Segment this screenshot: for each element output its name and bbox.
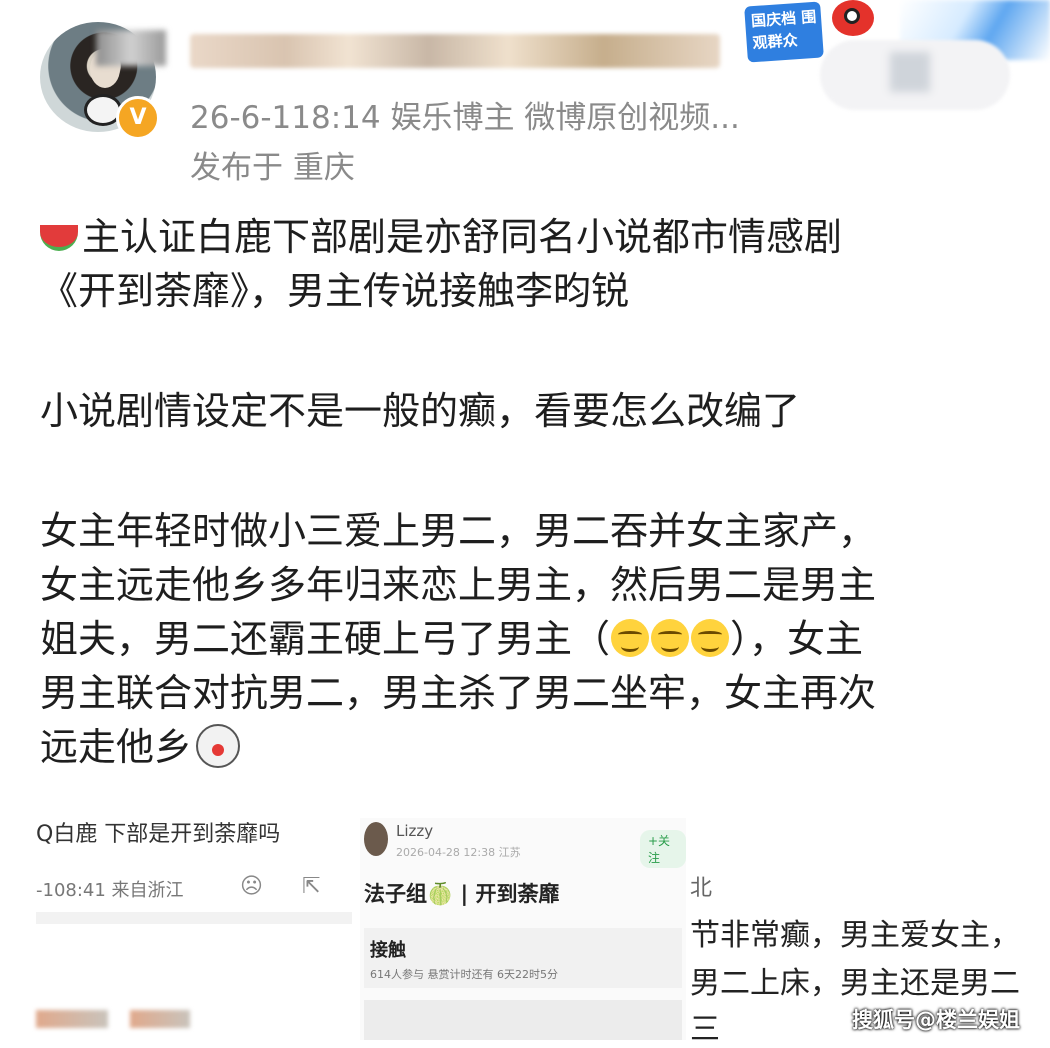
- weibo-mascot-icon: [832, 0, 874, 36]
- post-line: 女主远走他乡多年归来恋上男主，然后男二是男主: [40, 563, 877, 607]
- post-time: 2026-04-28 12:38 江苏: [396, 846, 521, 859]
- post-line: ），女主: [730, 617, 864, 661]
- embedded-screenshot-question: Q白鹿 下部是开到荼靡吗 -108:41 来自浙江 ☹ ⇱: [0, 800, 360, 1040]
- text-fragment: 三: [690, 1012, 720, 1047]
- smirk-emoji-icon: [691, 618, 730, 657]
- blurred-content: [130, 1010, 190, 1028]
- smirk-emoji-icon: [611, 618, 650, 657]
- text-fragment: 北: [690, 876, 713, 901]
- follow-button[interactable]: +关注: [640, 830, 686, 868]
- embedded-screenshot-post: Lizzy 2026-04-28 12:38 江苏 +关注 法子组🍈 | 开到荼…: [360, 818, 686, 1040]
- blurred-username[interactable]: [190, 34, 720, 68]
- divider: [36, 912, 352, 924]
- topic-card[interactable]: 接触 614人参与 悬赏计时还有 6天22时5分: [364, 928, 682, 988]
- topic-title: 法子组🍈 | 开到荼靡: [364, 882, 560, 906]
- question-text: Q白鹿 下部是开到荼靡吗: [36, 822, 281, 847]
- post-location: 发布于 重庆: [190, 150, 355, 186]
- sticker-label: 国庆档 围观群众: [744, 1, 824, 63]
- watermelon-emoji-icon: [40, 224, 78, 251]
- verified-badge-icon: V: [116, 96, 160, 140]
- post-paragraph-2: 小说剧情设定不是一般的癫，看要怎么改编了: [40, 384, 1030, 438]
- post-line: 姐夫，男二还霸王硬上弓了男主（: [40, 617, 611, 661]
- content-block: [364, 1000, 682, 1040]
- post-line: 《开到荼靡》，男主传说接触李昀锐: [40, 269, 630, 313]
- post-line: 小说剧情设定不是一般的癫，看要怎么改编了: [40, 389, 801, 433]
- emoji-react-icon[interactable]: ☹: [240, 874, 263, 899]
- post-meta: 26-6-118:14 娱乐博主 微博原创视频...: [190, 100, 740, 136]
- post-paragraph-1: 主认证白鹿下部剧是亦舒同名小说都市情感剧 《开到荼靡》，男主传说接触李昀锐: [40, 210, 1030, 318]
- share-icon[interactable]: ⇱: [302, 874, 320, 899]
- question-time: -108:41 来自浙江: [36, 880, 184, 901]
- post-line: 主认证白鹿下部剧是亦舒同名小说都市情感剧: [82, 215, 843, 259]
- smirk-emoji-icon: [651, 618, 690, 657]
- card-meta: 614人参与 悬赏计时还有 6天22时5分: [370, 968, 558, 981]
- text-fragment: 节非常癫，男主爱女主，: [690, 918, 1020, 953]
- username: Lizzy: [396, 822, 434, 840]
- post-line: 远走他乡: [40, 725, 193, 769]
- user-avatar: [364, 822, 388, 856]
- post-line: 女主年轻时做小三爱上男二，男二吞并女主家产，: [40, 509, 877, 553]
- text-fragment: 男二上床，男主还是男二: [690, 966, 1020, 1001]
- blurred-content: [36, 1010, 108, 1028]
- post-paragraph-3: 女主年轻时做小三爱上男二，男二吞并女主家产， 女主远走他乡多年归来恋上男主，然后…: [40, 504, 1030, 774]
- card-title: 接触: [370, 940, 406, 961]
- shocked-ghost-emoji-icon: [196, 723, 241, 768]
- blurred-overlay: [96, 30, 166, 66]
- post-line: 男主联合对抗男二，男主杀了男二坐牢，女主再次: [40, 671, 877, 715]
- sohu-watermark: 搜狐号@楼兰娱姐: [852, 1008, 1020, 1032]
- blurred-follow-button[interactable]: [820, 40, 1010, 110]
